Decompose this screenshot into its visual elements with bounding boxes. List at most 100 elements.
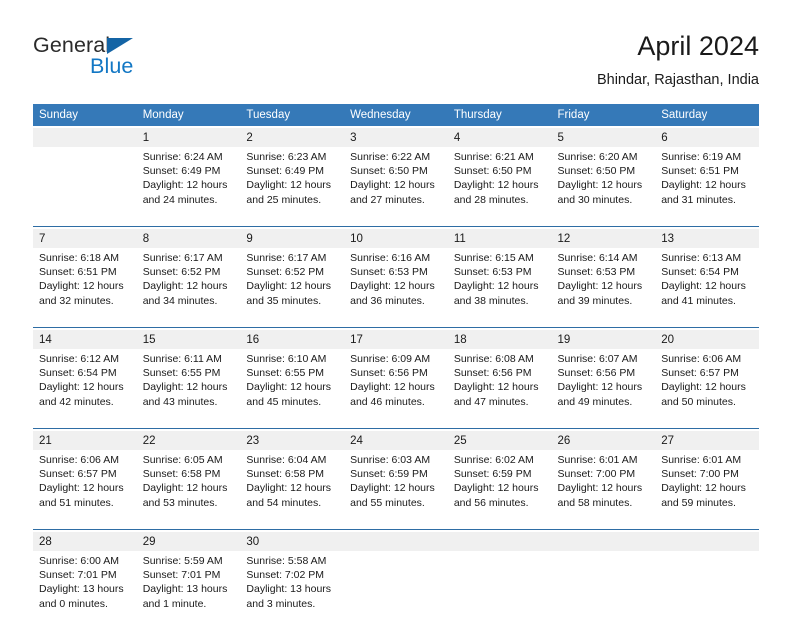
sunset-text: Sunset: 6:49 PM	[246, 165, 325, 178]
day-cell-30[interactable]: 30	[240, 532, 345, 551]
day-cell-5[interactable]: 5	[551, 128, 656, 147]
sunrise-text: Sunrise: 6:02 AM	[453, 454, 534, 466]
daylight-1-text: Daylight: 12 hours	[350, 381, 435, 394]
day-cell-3[interactable]: 3	[344, 128, 448, 147]
calendar-body: 1 2 3 4 5 6 Sunrise: 6:24 AM Sunset: 6:49 PM Day…	[33, 126, 759, 630]
sun-times: Sunrise: 6:21 AM Sunset: 6:50 PM Daylight:…	[454, 150, 546, 207]
day-detail-15: Sunrise: 6:11 AM Sunset: 6:55 PM Daylight:…	[136, 349, 241, 429]
day-cell-empty	[33, 128, 137, 147]
day-detail-12: Sunrise: 6:14 AM Sunset: 6:53 PM Daylight:…	[551, 248, 656, 328]
sunrise-text: Sunrise: 6:13 AM	[661, 252, 742, 264]
day-cell-6[interactable]: 6	[655, 128, 759, 147]
sun-times: Sunrise: 6:04 AM Sunset: 6:58 PM Daylight:…	[246, 453, 338, 510]
day-number: 17	[350, 334, 363, 346]
sunrise-text: Sunrise: 6:16 AM	[350, 252, 431, 264]
sunset-text: Sunset: 7:02 PM	[246, 569, 325, 582]
sunrise-text: Sunrise: 6:12 AM	[39, 353, 119, 365]
day-cell-22[interactable]: 22	[136, 431, 241, 450]
day-cell-empty	[344, 532, 448, 551]
daylight-2-text: and 31 minutes.	[661, 193, 736, 206]
day-number: 11	[453, 233, 466, 245]
sun-times: Sunrise: 6:06 AM Sunset: 6:57 PM Daylight:…	[661, 352, 753, 409]
day-detail-16: Sunrise: 6:10 AM Sunset: 6:55 PM Daylight:…	[240, 349, 345, 429]
day-cell-21[interactable]: 21	[33, 431, 137, 450]
day-cell-14[interactable]: 14	[33, 330, 137, 349]
sunset-text: Sunset: 6:51 PM	[39, 266, 117, 279]
day-cell-8[interactable]: 8	[136, 229, 241, 248]
daylight-1-text: Daylight: 12 hours	[661, 280, 746, 293]
day-number-row: 21 22 23 24 25 26 27	[33, 431, 759, 450]
sunset-text: Sunset: 6:52 PM	[142, 266, 221, 279]
day-detail-4: Sunrise: 6:21 AM Sunset: 6:50 PM Daylight:…	[447, 147, 552, 227]
day-number: 22	[142, 435, 156, 447]
sun-times: Sunrise: 5:59 AM Sunset: 7:01 PM Daylight:…	[143, 554, 235, 611]
sun-times: Sunrise: 6:01 AM Sunset: 7:00 PM Daylight:…	[661, 453, 753, 510]
day-number	[552, 532, 656, 535]
calendar-grid: Sunday Monday Tuesday Wednesday Thursday Frid…	[33, 104, 759, 630]
calendar-page: General Blue April 2024 Bhindar, Rajasth…	[0, 0, 792, 630]
day-cell-24[interactable]: 24	[344, 431, 448, 450]
day-cell-18[interactable]: 18	[447, 330, 552, 349]
day-detail-20: Sunrise: 6:06 AM Sunset: 6:57 PM Daylight:…	[655, 349, 759, 429]
daylight-1-text: Daylight: 12 hours	[661, 482, 746, 495]
day-cell-16[interactable]: 16	[240, 330, 345, 349]
sunrise-text: Sunrise: 6:20 AM	[557, 151, 638, 163]
sun-times: Sunrise: 6:12 AM Sunset: 6:54 PM Daylight:…	[39, 352, 131, 409]
sunrise-text: Sunrise: 5:59 AM	[142, 555, 223, 567]
triangle-logo-mark-icon	[107, 38, 133, 54]
day-cell-12[interactable]: 12	[551, 229, 656, 248]
day-cell-4[interactable]: 4	[447, 128, 552, 147]
sunrise-text: Sunrise: 6:15 AM	[453, 252, 534, 264]
daylight-1-text: Daylight: 12 hours	[246, 179, 332, 192]
day-cell-7[interactable]: 7	[33, 229, 137, 248]
sunset-text: Sunset: 7:01 PM	[39, 569, 117, 582]
day-detail-row: Sunrise: 6:06 AM Sunset: 6:57 PM Daylight:…	[33, 450, 759, 530]
sun-times: Sunrise: 6:24 AM Sunset: 6:49 PM Daylight:…	[143, 150, 235, 207]
day-number: 16	[246, 334, 260, 346]
sunset-text: Sunset: 6:52 PM	[246, 266, 325, 279]
day-cell-9[interactable]: 9	[240, 229, 345, 248]
day-cell-13[interactable]: 13	[655, 229, 759, 248]
daylight-2-text: and 47 minutes.	[453, 395, 529, 408]
day-cell-17[interactable]: 17	[344, 330, 448, 349]
day-cell-1[interactable]: 1	[136, 128, 241, 147]
day-number: 3	[350, 132, 357, 144]
sunset-text: Sunset: 7:00 PM	[557, 468, 636, 481]
day-cell-2[interactable]: 2	[240, 128, 345, 147]
day-cell-15[interactable]: 15	[136, 330, 241, 349]
day-number: 26	[557, 435, 571, 447]
sunset-text: Sunset: 6:59 PM	[453, 468, 532, 481]
sun-times: Sunrise: 6:19 AM Sunset: 6:51 PM Daylight:…	[661, 150, 753, 207]
day-number-row: 7 8 9 10 11 12 13	[33, 229, 759, 248]
daylight-2-text: and 50 minutes.	[661, 395, 736, 408]
day-cell-26[interactable]: 26	[551, 431, 656, 450]
daylight-1-text: Daylight: 12 hours	[246, 482, 332, 495]
day-number-row: 14 15 16 17 18 19 20	[33, 330, 759, 349]
sunset-text: Sunset: 6:57 PM	[39, 468, 117, 481]
day-cell-23[interactable]: 23	[240, 431, 345, 450]
day-cell-27[interactable]: 27	[655, 431, 759, 450]
sunrise-text: Sunrise: 5:58 AM	[246, 555, 327, 567]
day-detail-empty	[551, 551, 656, 630]
daylight-2-text: and 53 minutes.	[142, 496, 218, 509]
daylight-2-text: and 28 minutes.	[453, 193, 529, 206]
day-cell-20[interactable]: 20	[655, 330, 759, 349]
day-cell-25[interactable]: 25	[447, 431, 552, 450]
day-cell-29[interactable]: 29	[136, 532, 241, 551]
daylight-2-text: and 45 minutes.	[246, 395, 322, 408]
sun-times: Sunrise: 6:11 AM Sunset: 6:55 PM Daylight:…	[143, 352, 235, 409]
sun-times: Sunrise: 6:06 AM Sunset: 6:57 PM Daylight:…	[39, 453, 131, 510]
daylight-1-text: Daylight: 12 hours	[142, 280, 228, 293]
sunset-text: Sunset: 6:49 PM	[142, 165, 221, 178]
day-cell-19[interactable]: 19	[551, 330, 656, 349]
sunrise-text: Sunrise: 6:18 AM	[39, 252, 119, 264]
day-cell-28[interactable]: 28	[33, 532, 137, 551]
day-detail-row: Sunrise: 6:18 AM Sunset: 6:51 PM Daylight:…	[33, 248, 759, 328]
day-detail-5: Sunrise: 6:20 AM Sunset: 6:50 PM Daylight:…	[551, 147, 656, 227]
day-cell-10[interactable]: 10	[344, 229, 448, 248]
daylight-2-text: and 38 minutes.	[453, 294, 529, 307]
day-cell-11[interactable]: 11	[447, 229, 552, 248]
sunset-text: Sunset: 6:53 PM	[557, 266, 636, 279]
sunrise-text: Sunrise: 6:07 AM	[557, 353, 638, 365]
daylight-1-text: Daylight: 12 hours	[39, 280, 124, 293]
